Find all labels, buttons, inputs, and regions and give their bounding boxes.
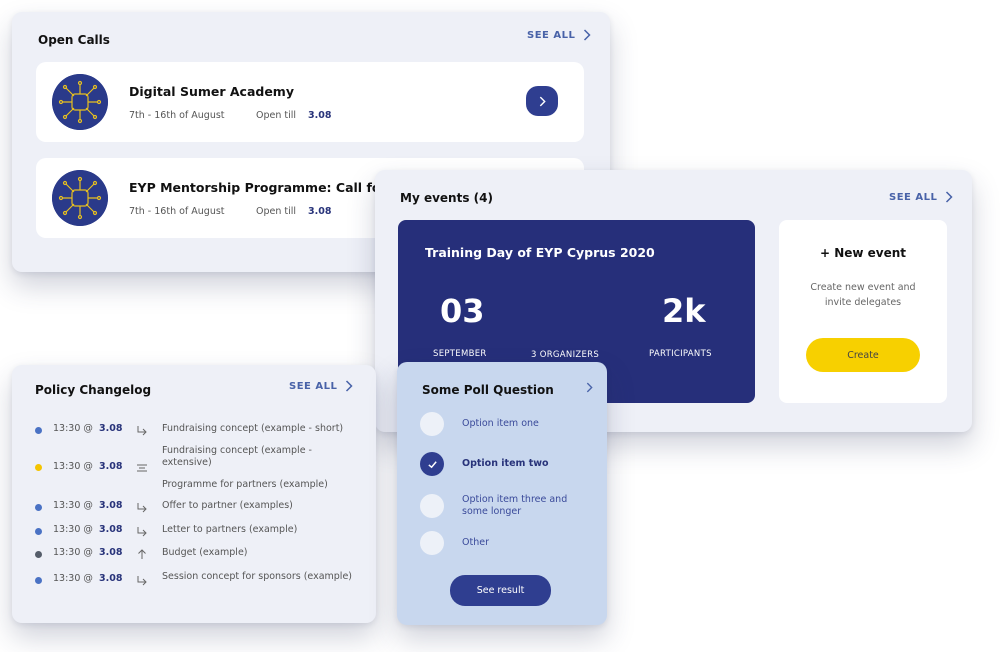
- chevron-right-icon[interactable]: [586, 382, 593, 393]
- policy-changelog-title: Policy Changelog: [35, 383, 152, 397]
- open-call-arrow-button[interactable]: [526, 86, 558, 116]
- log-text: Letter to partners (example): [162, 524, 298, 535]
- participants-label: PARTICIPANTS: [649, 349, 712, 359]
- event-day: 03: [440, 292, 485, 330]
- my-events-title: My events (4): [400, 191, 493, 205]
- arrow-up-icon: [138, 549, 146, 559]
- log-date: 3.08: [99, 423, 123, 434]
- policy-see-all-link[interactable]: SEE ALL: [289, 380, 353, 392]
- log-time: 13:30 @: [53, 461, 93, 472]
- status-dot: [35, 528, 42, 535]
- poll-option-label: Option item two: [462, 458, 549, 469]
- event-organizers: 3 ORGANIZERS: [531, 350, 600, 360]
- call-dates: 7th - 16th of August: [129, 206, 225, 217]
- status-dot: [35, 464, 42, 471]
- status-dot: [35, 551, 42, 558]
- poll-title: Some Poll Question: [422, 383, 554, 397]
- eyp-logo-icon: [52, 170, 108, 226]
- new-event-panel: + New event Create new event and invite …: [779, 220, 947, 403]
- log-date: 3.08: [99, 524, 123, 535]
- log-text: Offer to partner (examples): [162, 500, 293, 511]
- arrow-turn-down-right-icon: [137, 426, 147, 436]
- arrow-turn-down-right-icon: [137, 576, 147, 586]
- radio-checked[interactable]: [420, 452, 444, 476]
- chevron-right-icon: [946, 191, 953, 203]
- my-events-see-all-link[interactable]: SEE ALL: [889, 191, 953, 203]
- log-text-secondary: Programme for partners (example): [162, 479, 328, 490]
- new-event-title: + New event: [819, 246, 907, 260]
- radio-unchecked[interactable]: [420, 531, 444, 555]
- eyp-logo-icon: [52, 74, 108, 130]
- poll-option[interactable]: Option item one: [420, 412, 582, 436]
- arrow-turn-down-right-icon: [137, 503, 147, 513]
- chevron-right-icon: [346, 380, 353, 392]
- poll-option-label: Option item one: [462, 418, 539, 429]
- see-all-label: SEE ALL: [527, 29, 576, 41]
- log-date: 3.08: [99, 547, 123, 558]
- call-open-till: Open till 3.08: [256, 110, 332, 121]
- call-open-till: Open till 3.08: [256, 206, 332, 217]
- participants-count: 2k: [662, 292, 706, 330]
- open-calls-title: Open Calls: [38, 33, 110, 47]
- status-dot: [35, 427, 42, 434]
- log-text: Session concept for sponsors (example): [162, 571, 352, 582]
- status-dot: [35, 577, 42, 584]
- event-month: SEPTEMBER: [433, 349, 487, 359]
- arrow-turn-down-right-icon: [137, 527, 147, 537]
- open-till-date: 3.08: [308, 206, 332, 217]
- event-name: Training Day of EYP Cyprus 2020: [425, 245, 655, 260]
- see-all-label: SEE ALL: [889, 191, 938, 203]
- policy-changelog-card: Policy Changelog SEE ALL 13:30 @ 3.08 Fu…: [12, 365, 376, 623]
- open-calls-see-all-link[interactable]: SEE ALL: [527, 29, 591, 41]
- create-event-button[interactable]: Create: [806, 338, 920, 372]
- new-event-description: Create new event and invite delegates: [810, 282, 916, 308]
- log-date: 3.08: [99, 573, 123, 584]
- list-lines-icon: [137, 464, 147, 472]
- open-till-label: Open till: [256, 206, 297, 217]
- log-time: 13:30 @: [53, 524, 93, 535]
- log-text: Budget (example): [162, 547, 248, 558]
- log-text: Fundraising concept (example - short): [162, 423, 344, 434]
- log-date: 3.08: [99, 500, 123, 511]
- log-date: 3.08: [99, 461, 123, 472]
- radio-unchecked[interactable]: [420, 412, 444, 436]
- poll-option[interactable]: Option item two: [420, 452, 582, 476]
- open-till-date: 3.08: [308, 110, 332, 121]
- call-dates: 7th - 16th of August: [129, 110, 225, 121]
- poll-option[interactable]: Other: [420, 531, 582, 555]
- poll-option-label: Other: [462, 537, 489, 548]
- log-time: 13:30 @: [53, 500, 93, 511]
- poll-card: Some Poll Question Option item one Optio…: [397, 362, 607, 625]
- status-dot: [35, 504, 42, 511]
- log-time: 13:30 @: [53, 423, 93, 434]
- see-result-button[interactable]: See result: [450, 575, 551, 606]
- log-text: Fundraising concept (example - extensive…: [162, 445, 312, 468]
- chevron-right-icon: [539, 96, 546, 106]
- check-icon: [427, 460, 437, 468]
- log-time: 13:30 @: [53, 547, 93, 558]
- radio-unchecked[interactable]: [420, 494, 444, 518]
- call-title: Digital Sumer Academy: [129, 84, 294, 99]
- poll-option-label: Option item three and some longer: [462, 494, 568, 517]
- see-all-label: SEE ALL: [289, 380, 338, 392]
- open-till-label: Open till: [256, 110, 297, 121]
- poll-option[interactable]: Option item three and some longer: [420, 494, 582, 518]
- log-time: 13:30 @: [53, 573, 93, 584]
- chevron-right-icon: [584, 29, 591, 41]
- call-item[interactable]: Digital Sumer Academy 7th - 16th of Augu…: [36, 62, 584, 142]
- call-title: EYP Mentorship Programme: Call for I: [129, 180, 396, 195]
